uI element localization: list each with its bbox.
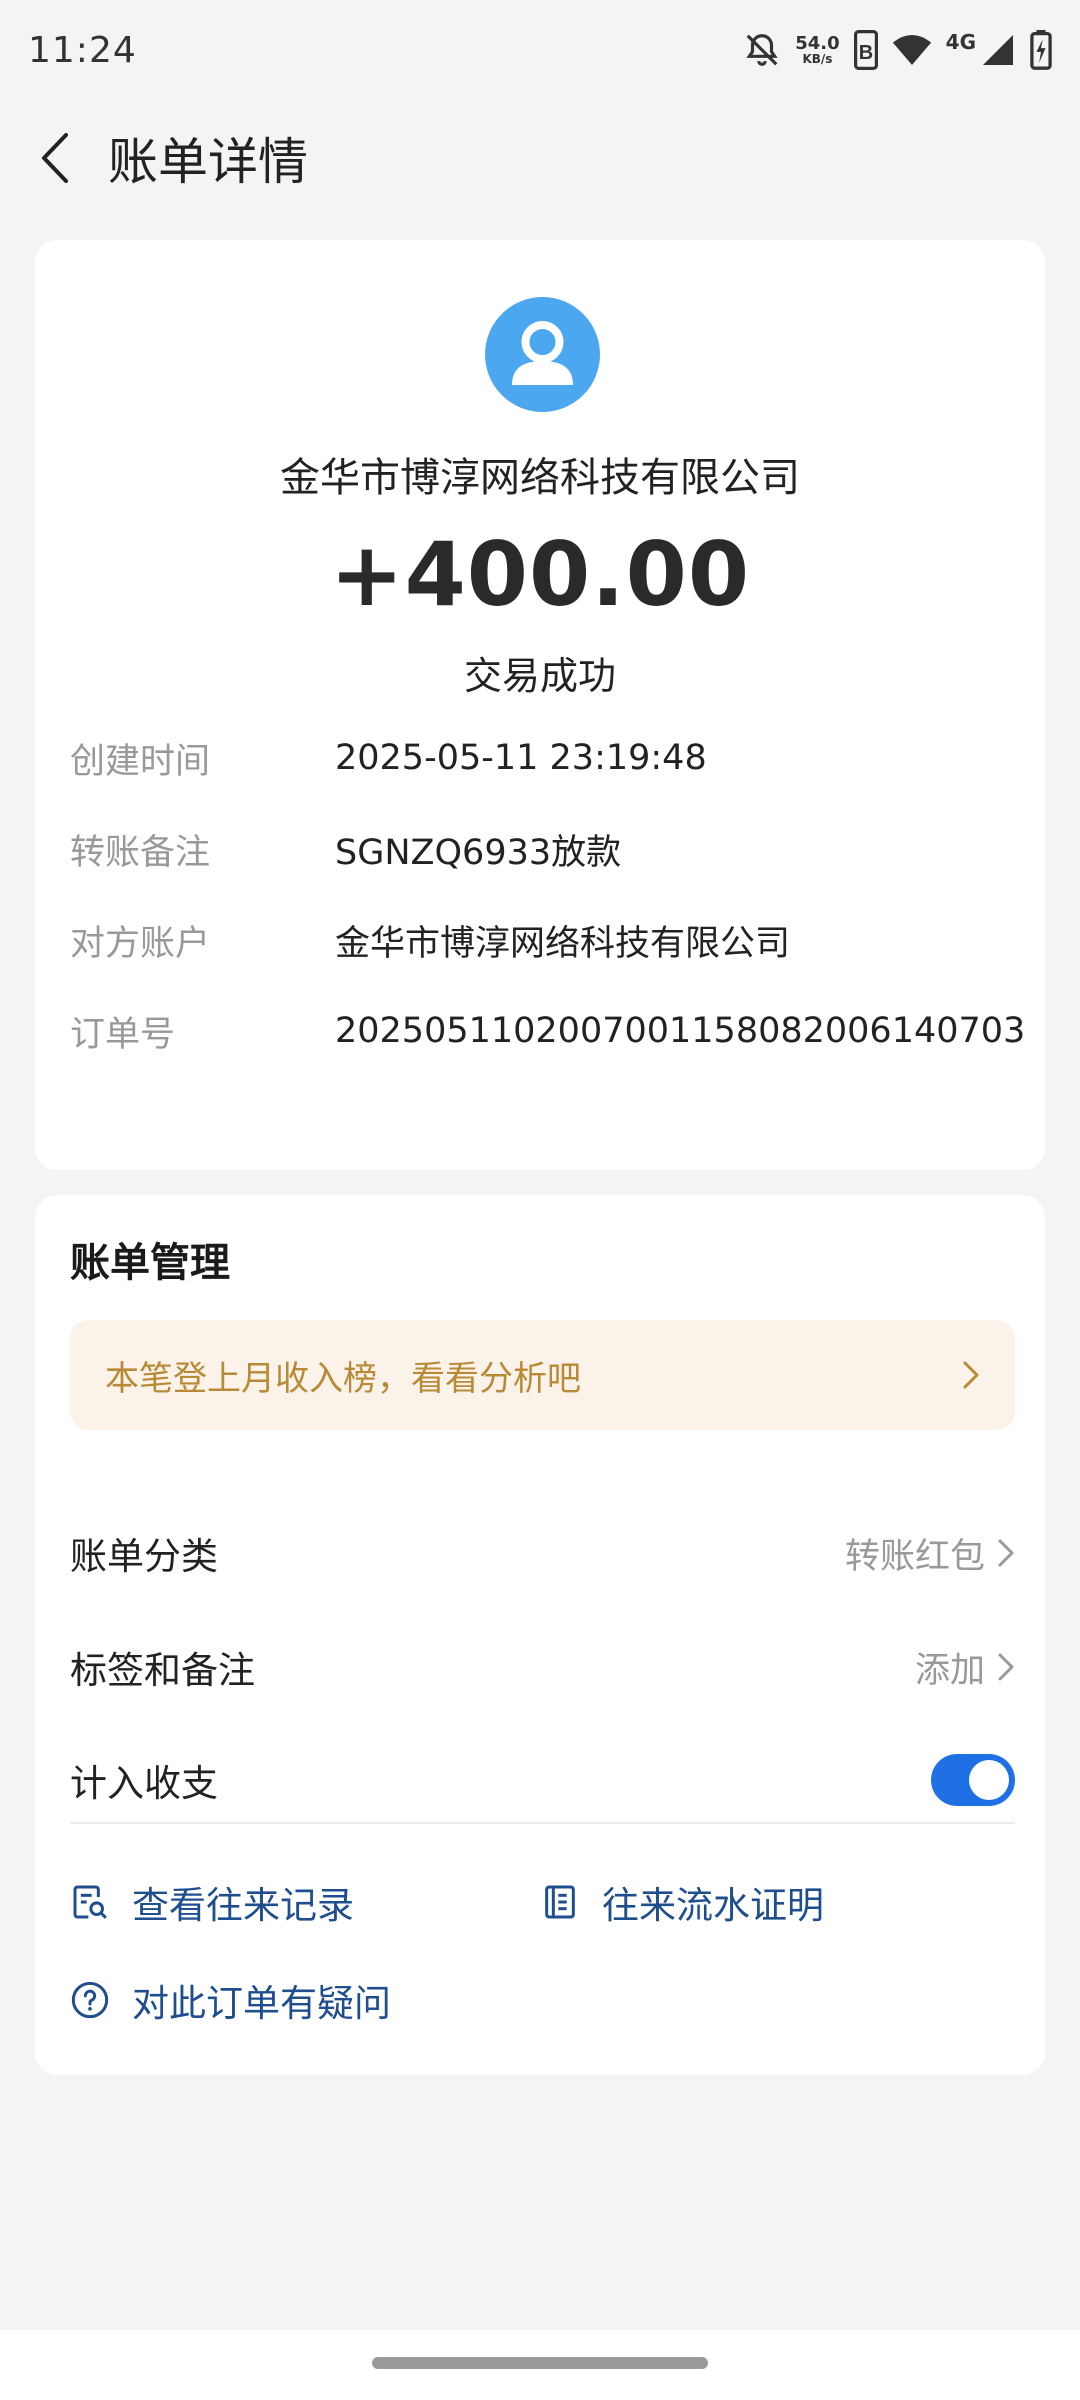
detail-row-counterparty: 对方账户 金华市博淳网络科技有限公司 — [70, 910, 1030, 970]
back-button[interactable] — [30, 128, 80, 188]
status-time: 11:24 — [28, 29, 137, 71]
cell-signal-icon — [983, 35, 1013, 65]
battery-icon — [1030, 30, 1052, 70]
transaction-status: 交易成功 — [463, 654, 616, 698]
hd-icon: B — [853, 30, 878, 70]
network-type: 4G — [945, 30, 976, 54]
bill-category-value: 转账红包 — [844, 1536, 985, 1577]
bill-category-value-group: 转账红包 — [845, 1528, 1015, 1579]
transaction-card: 金华市博淳网络科技有限公司 +400.00 交易成功 创建时间 2025-05-… — [35, 240, 1045, 1170]
chevron-right-icon — [963, 1361, 979, 1389]
income-ranking-tip[interactable]: 本笔登上月收入榜，看看分析吧 — [70, 1320, 1015, 1430]
bill-management-card: 账单管理 本笔登上月收入榜，看看分析吧 账单分类 转账红包 标签和备注 添加 计… — [35, 1195, 1045, 2075]
nav-bar: 账单详情 — [0, 100, 1080, 215]
svg-text:B: B — [858, 42, 872, 64]
net-speed-value: 54.0 — [795, 33, 840, 54]
bill-category-label: 账单分类 — [70, 1535, 218, 1578]
order-question-link[interactable]: 对此订单有疑问 — [70, 1973, 391, 2027]
view-records-link[interactable]: 查看往来记录 — [70, 1875, 354, 1929]
transaction-amount: +400.00 — [329, 523, 751, 626]
transaction-proof-label: 往来流水证明 — [602, 1884, 824, 1927]
status-icons: 54.0 KB/s B 4G — [743, 30, 1052, 70]
chevron-right-icon — [998, 1653, 1014, 1681]
detail-row-order-number: 订单号 2025051102007001158082006140703 — [70, 1001, 1030, 1061]
detail-label: 创建时间 — [70, 741, 211, 782]
chevron-right-icon — [998, 1539, 1014, 1567]
detail-label: 转账备注 — [70, 832, 211, 873]
document-icon — [545, 1885, 575, 1919]
include-in-budget-toggle[interactable] — [931, 1754, 1015, 1806]
gesture-bar — [0, 2330, 1080, 2400]
payee-avatar — [485, 297, 600, 412]
status-bar: 11:24 54.0 KB/s B 4G — [0, 0, 1080, 100]
detail-row-transfer-note: 转账备注 SGNZQ6933放款 — [70, 819, 1030, 879]
tags-notes-value: 添加 — [914, 1650, 985, 1691]
include-in-budget-row: 计入收支 — [70, 1740, 1015, 1820]
net-speed: 54.0 KB/s — [795, 33, 840, 66]
tags-notes-value-group: 添加 — [915, 1642, 1015, 1693]
include-in-budget-label: 计入收支 — [70, 1762, 218, 1805]
tip-text: 本笔登上月收入榜，看看分析吧 — [105, 1358, 581, 1399]
detail-row-created-time: 创建时间 2025-05-11 23:19:48 — [70, 728, 1030, 788]
payee-name: 金华市博淳网络科技有限公司 — [280, 455, 800, 501]
chevron-left-icon — [42, 132, 68, 183]
detail-label: 对方账户 — [70, 923, 211, 964]
detail-value: 2025-05-11 23:19:48 — [335, 738, 707, 778]
tags-notes-label: 标签和备注 — [70, 1649, 255, 1692]
detail-value[interactable]: 2025051102007001158082006140703 — [335, 1011, 1025, 1051]
tags-notes-row[interactable]: 标签和备注 添加 — [70, 1627, 1015, 1707]
home-indicator[interactable] — [372, 2357, 708, 2369]
bill-category-row[interactable]: 账单分类 转账红包 — [70, 1513, 1015, 1593]
record-search-icon — [73, 1885, 107, 1919]
page-title: 账单详情 — [108, 132, 308, 191]
bell-off-icon — [746, 34, 778, 66]
section-title: 账单管理 — [70, 1240, 230, 1286]
view-records-label: 查看往来记录 — [132, 1884, 354, 1927]
question-circle-icon — [71, 1981, 109, 2019]
wifi-icon — [892, 35, 931, 65]
transaction-proof-link[interactable]: 往来流水证明 — [540, 1875, 824, 1929]
order-question-label: 对此订单有疑问 — [132, 1982, 391, 2025]
divider — [70, 1822, 1015, 1824]
detail-value: SGNZQ6933放款 — [335, 832, 622, 873]
net-speed-unit: KB/s — [802, 52, 833, 66]
user-icon — [512, 321, 573, 385]
detail-label: 订单号 — [70, 1014, 176, 1055]
detail-value: 金华市博淳网络科技有限公司 — [335, 923, 791, 964]
